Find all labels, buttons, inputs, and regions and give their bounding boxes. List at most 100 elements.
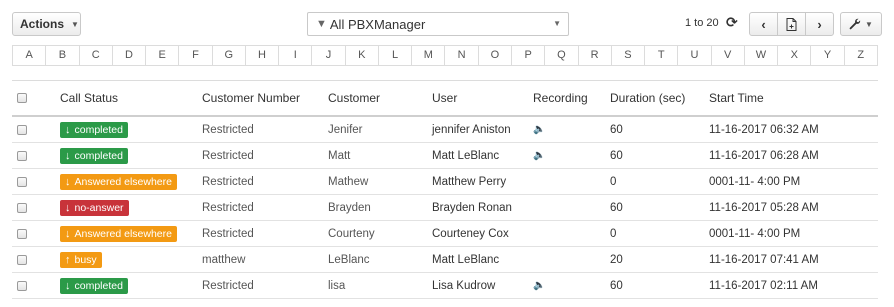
alphabet-letter-s[interactable]: S bbox=[610, 46, 644, 65]
alphabet-letter-p[interactable]: P bbox=[510, 46, 544, 65]
column-header-start-time[interactable]: Start Time bbox=[709, 81, 764, 115]
alphabet-letter-d[interactable]: D bbox=[111, 46, 145, 65]
filter-select-value: All PBXManager bbox=[329, 16, 426, 32]
alphabet-letter-n[interactable]: N bbox=[444, 46, 477, 65]
table-row[interactable]: ↓ completed Restricted lisa Lisa Kudrow 🔈 60 11… bbox=[12, 273, 878, 299]
alphabet-letter-h[interactable]: H bbox=[244, 46, 278, 65]
table-row[interactable]: ↓ completed Restricted Matt Matt LeBlanc 🔈 60 1… bbox=[12, 143, 878, 169]
column-header-customer-number[interactable]: Customer Number bbox=[202, 81, 300, 115]
user-cell[interactable]: Lisa Kudrow bbox=[432, 273, 495, 298]
customer-number-cell: Restricted bbox=[202, 149, 254, 162]
alphabet-letter-j[interactable]: J bbox=[311, 46, 344, 65]
speaker-icon[interactable]: 🔈 bbox=[533, 280, 545, 291]
alphabet-letter-b[interactable]: B bbox=[45, 46, 78, 65]
alphabet-letter-y[interactable]: Y bbox=[810, 46, 843, 65]
caret-down-icon: ▼ bbox=[71, 19, 79, 29]
row-checkbox[interactable] bbox=[17, 280, 27, 291]
customer-number-cell: Restricted bbox=[202, 279, 254, 292]
alphabet-letter-v[interactable]: V bbox=[710, 46, 744, 65]
select-all-checkbox[interactable] bbox=[17, 93, 27, 103]
list-settings-button[interactable]: ▼ bbox=[840, 12, 882, 36]
alphabet-letter-e[interactable]: E bbox=[145, 46, 178, 65]
row-checkbox[interactable] bbox=[17, 176, 27, 187]
alphabet-letter-w[interactable]: W bbox=[743, 46, 777, 65]
table-row[interactable]: ↓ no-answer Restricted Brayden Brayden Ronan… bbox=[12, 195, 878, 221]
alphabet-letter-o[interactable]: O bbox=[477, 46, 511, 65]
duration-cell: 0 bbox=[610, 175, 617, 188]
customer-cell[interactable]: Jenifer bbox=[328, 117, 363, 142]
alphabet-letter-u[interactable]: U bbox=[677, 46, 710, 65]
customer-number-cell: Restricted bbox=[202, 227, 254, 240]
customer-cell[interactable]: lisa bbox=[328, 273, 345, 298]
row-checkbox[interactable] bbox=[17, 228, 27, 239]
user-cell[interactable]: Matt LeBlanc bbox=[432, 247, 499, 272]
status-badge-label: completed bbox=[74, 123, 123, 136]
filter-select[interactable]: ▼ All PBXManager ▼ bbox=[307, 12, 569, 36]
user-cell[interactable]: Brayden Ronan bbox=[432, 195, 512, 220]
duration-cell: 60 bbox=[610, 149, 623, 162]
user-cell[interactable]: Matt LeBlanc bbox=[432, 143, 499, 168]
table-row[interactable]: ↓ Answered elsewhere Restricted Courteny Cou… bbox=[12, 221, 878, 247]
table-header-row: Call Status Customer Number Customer Use… bbox=[12, 81, 878, 117]
duration-cell: 60 bbox=[610, 279, 623, 292]
column-header-recording[interactable]: Recording bbox=[533, 81, 588, 115]
customer-cell[interactable]: Mathew bbox=[328, 169, 368, 194]
duration-cell: 60 bbox=[610, 123, 623, 136]
next-page-button[interactable]: › bbox=[805, 12, 834, 36]
customer-cell[interactable]: Matt bbox=[328, 143, 350, 168]
customer-number-cell: Restricted bbox=[202, 201, 254, 214]
recording-cell: 🔈 bbox=[533, 117, 545, 142]
alphabet-letter-l[interactable]: L bbox=[377, 46, 411, 65]
duration-cell: 20 bbox=[610, 253, 623, 266]
user-cell[interactable]: Matthew Perry bbox=[432, 169, 506, 194]
speaker-icon[interactable]: 🔈 bbox=[533, 150, 545, 161]
start-time-cell: 0001-11- 4:00 PM bbox=[709, 227, 801, 240]
alphabet-letter-i[interactable]: I bbox=[278, 46, 311, 65]
status-badge-label: completed bbox=[74, 279, 123, 292]
row-checkbox[interactable] bbox=[17, 202, 27, 213]
customer-cell[interactable]: LeBlanc bbox=[328, 247, 370, 272]
page-jump-button[interactable] bbox=[777, 12, 806, 36]
table-row[interactable]: ↓ completed Restricted Jenifer jennifer Anis… bbox=[12, 117, 878, 143]
alphabet-letter-m[interactable]: M bbox=[411, 46, 444, 65]
refresh-icon[interactable]: ⟳ bbox=[726, 14, 738, 31]
chevron-right-icon: › bbox=[817, 16, 822, 32]
column-header-call-status[interactable]: Call Status bbox=[60, 81, 118, 115]
alphabet-letter-c[interactable]: C bbox=[78, 46, 112, 65]
customer-cell[interactable]: Courteny bbox=[328, 221, 375, 246]
status-badge: ↓ no-answer bbox=[60, 199, 129, 216]
arrow-down-icon: ↓ bbox=[65, 123, 71, 136]
user-cell[interactable]: jennifer Aniston bbox=[432, 117, 511, 142]
actions-dropdown-button[interactable]: Actions ▼ bbox=[12, 12, 81, 36]
alphabet-letter-z[interactable]: Z bbox=[843, 46, 877, 65]
alphabet-letter-x[interactable]: X bbox=[777, 46, 810, 65]
alphabet-letter-q[interactable]: Q bbox=[544, 46, 577, 65]
column-header-customer[interactable]: Customer bbox=[328, 81, 380, 115]
column-header-duration[interactable]: Duration (sec) bbox=[610, 81, 685, 115]
status-badge: ↓ completed bbox=[60, 147, 128, 164]
alphabet-letter-r[interactable]: R bbox=[577, 46, 611, 65]
start-time-cell: 0001-11- 4:00 PM bbox=[709, 175, 801, 188]
alphabet-letter-a[interactable]: A bbox=[13, 46, 45, 65]
row-checkbox[interactable] bbox=[17, 124, 27, 135]
table-row[interactable]: ↓ Answered elsewhere Restricted Mathew Matth… bbox=[12, 169, 878, 195]
status-badge-label: Answered elsewhere bbox=[74, 227, 172, 240]
start-time-cell: 11-16-2017 06:28 AM bbox=[709, 149, 819, 162]
row-checkbox[interactable] bbox=[17, 150, 27, 161]
row-checkbox[interactable] bbox=[17, 254, 27, 265]
customer-cell[interactable]: Brayden bbox=[328, 195, 371, 220]
user-cell[interactable]: Courteney Cox bbox=[432, 221, 509, 246]
column-header-user[interactable]: User bbox=[432, 81, 457, 115]
chevron-left-icon: ‹ bbox=[761, 16, 766, 32]
table-row[interactable]: ↑ busy matthew LeBlanc Matt LeBlanc 20 11-16-2… bbox=[12, 247, 878, 273]
pagination-buttons: ‹ › bbox=[749, 12, 834, 36]
alphabet-letter-k[interactable]: K bbox=[344, 46, 378, 65]
chevron-down-icon: ▼ bbox=[553, 19, 561, 28]
list-toolbar: Actions ▼ ▼ All PBXManager ▼ 1 to 20 ⟳ ‹… bbox=[0, 0, 894, 44]
speaker-icon[interactable]: 🔈 bbox=[533, 124, 545, 135]
alphabet-letter-f[interactable]: F bbox=[178, 46, 211, 65]
alphabet-letter-g[interactable]: G bbox=[211, 46, 245, 65]
previous-page-button[interactable]: ‹ bbox=[749, 12, 778, 36]
alphabet-letter-t[interactable]: T bbox=[644, 46, 677, 65]
customer-number-cell: Restricted bbox=[202, 123, 254, 136]
